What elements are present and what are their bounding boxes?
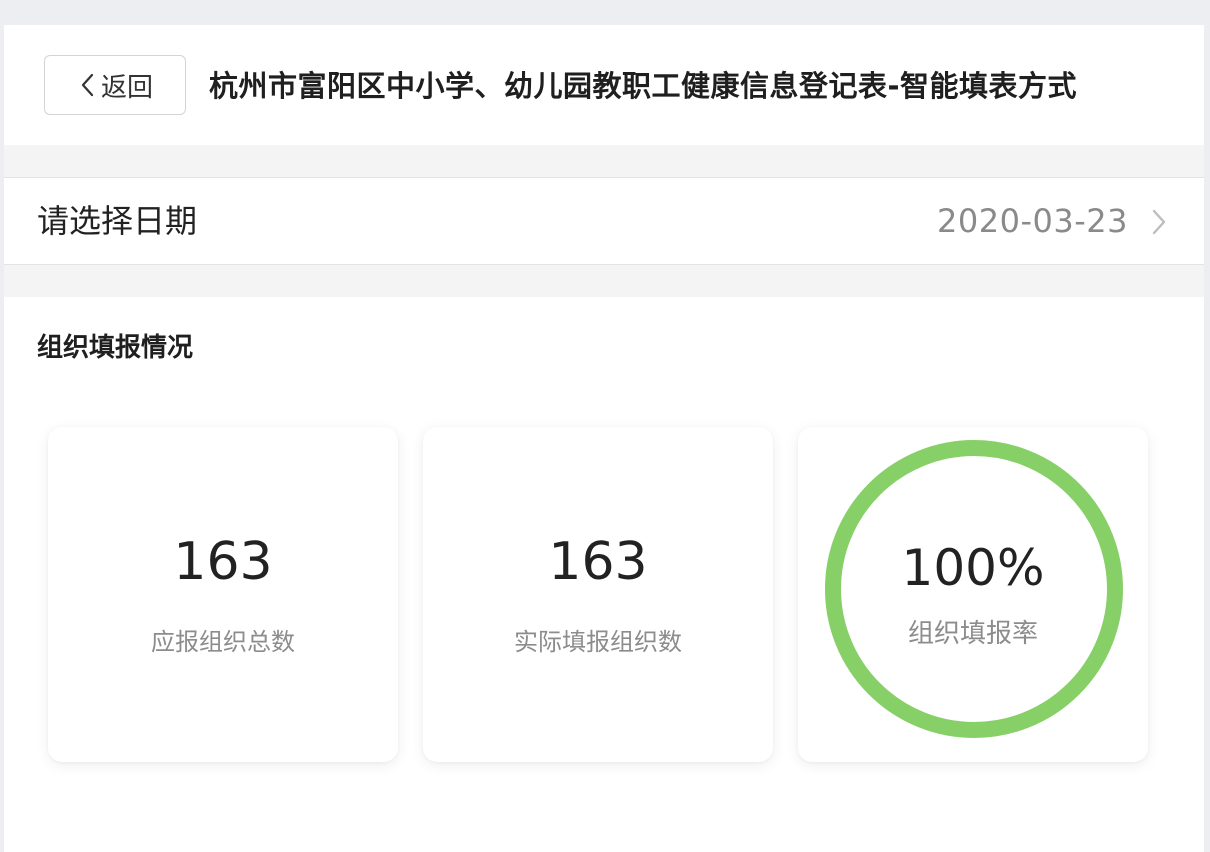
- rate-value: 100%: [901, 539, 1045, 597]
- date-picker-label: 请选择日期: [37, 202, 198, 240]
- section-title: 组织填报情况: [37, 333, 194, 363]
- back-button-label: 返回: [100, 72, 153, 103]
- stat-caption: 实际填报组织数: [514, 628, 682, 656]
- stat-card-submitted: 163 实际填报组织数: [423, 427, 773, 762]
- divider: [4, 264, 1204, 265]
- rate-caption: 组织填报率: [907, 619, 1038, 649]
- stat-value: 163: [548, 532, 648, 592]
- stat-caption: 应报组织总数: [151, 628, 295, 656]
- chevron-right-icon: [1152, 209, 1166, 235]
- chevron-left-icon: [81, 73, 94, 97]
- stat-card-rate: 100% 组织填报率: [798, 427, 1148, 762]
- selected-date: 2020-03-23: [937, 202, 1128, 240]
- header-bar: 返回 杭州市富阳区中小学、幼儿园教职工健康信息登记表-智能填表方式: [4, 25, 1204, 145]
- stats-panel: 组织填报情况 163 应报组织总数 163 实际填报组织数 100% 组织填报率: [4, 297, 1204, 852]
- date-picker-row[interactable]: 请选择日期 2020-03-23: [4, 178, 1204, 264]
- stat-card-total: 163 应报组织总数: [48, 427, 398, 762]
- page-title: 杭州市富阳区中小学、幼儿园教职工健康信息登记表-智能填表方式: [209, 69, 1078, 103]
- app-frame: 返回 杭州市富阳区中小学、幼儿园教职工健康信息登记表-智能填表方式 请选择日期 …: [4, 25, 1204, 852]
- stat-value: 163: [173, 532, 273, 592]
- back-button[interactable]: 返回: [44, 55, 186, 115]
